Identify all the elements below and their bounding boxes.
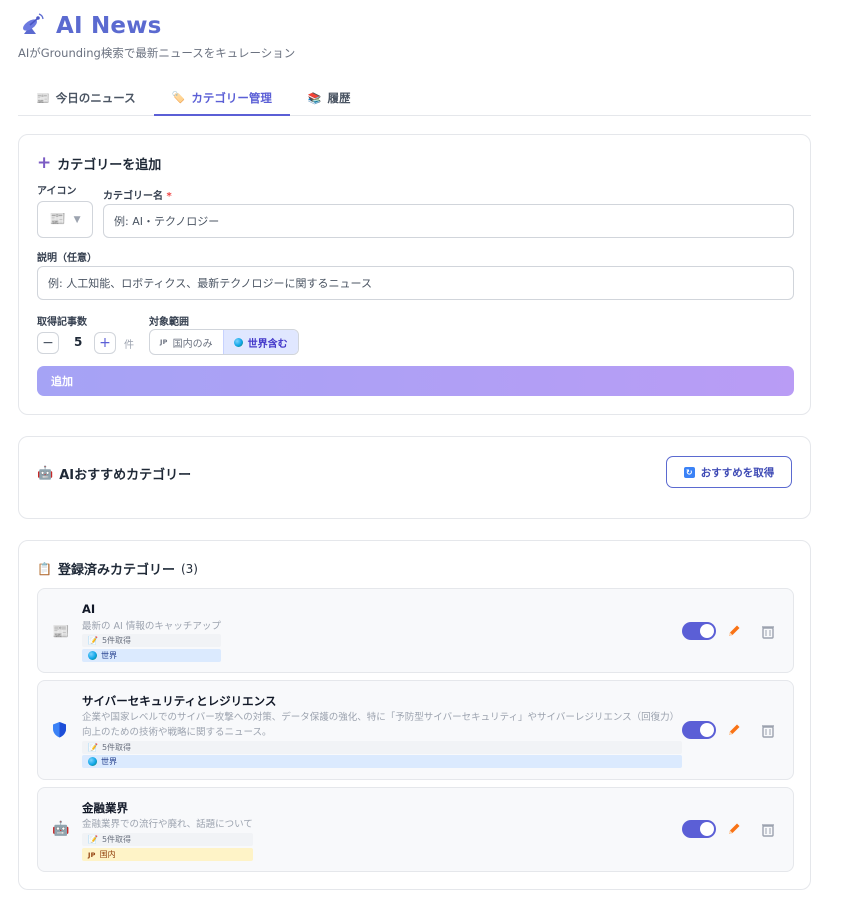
trash-icon[interactable] <box>760 723 776 739</box>
memo-icon: 📝 <box>88 743 98 752</box>
scope-world-option[interactable]: 世界含む <box>222 330 298 354</box>
decrement-button[interactable]: − <box>37 332 59 354</box>
description-label: 説明（任意） <box>37 253 97 264</box>
pencil-icon[interactable] <box>726 623 742 639</box>
enable-toggle[interactable] <box>682 622 716 640</box>
app-title: AI News <box>56 13 162 39</box>
jp-flag-icon: JP <box>160 338 168 346</box>
scope-domestic-option[interactable]: JP 国内のみ <box>150 330 223 354</box>
globe-icon <box>88 651 97 660</box>
increment-button[interactable]: + <box>94 332 116 354</box>
description-input[interactable] <box>37 266 794 300</box>
books-icon: 📚 <box>307 91 322 105</box>
category-name: サイバーセキュリティとレジリエンス <box>82 694 277 708</box>
tab-category-management[interactable]: 🏷️ カテゴリー管理 <box>153 81 290 116</box>
scope-badge: 世界 <box>82 649 221 662</box>
get-recommendations-button[interactable]: ↻ おすすめを取得 <box>666 456 792 488</box>
ai-recommend-card: 🤖 AIおすすめカテゴリー ↻ おすすめを取得 <box>18 436 811 519</box>
plus-icon: + <box>37 153 52 173</box>
chevron-down-icon: ▼ <box>73 214 81 225</box>
category-item: サイバーセキュリティとレジリエンス 企業や国家レベルでのサイバー攻撃への対策、デ… <box>37 680 794 780</box>
tab-history[interactable]: 📚 履歴 <box>290 81 369 115</box>
fetch-count-badge: 📝 5件取得 <box>82 634 221 647</box>
globe-icon <box>233 337 243 347</box>
trash-icon[interactable] <box>760 822 776 838</box>
satellite-dish-icon <box>18 12 46 40</box>
scope-badge: JP 国内 <box>82 848 253 861</box>
refresh-icon: ↻ <box>683 466 695 478</box>
tag-icon: 🏷️ <box>171 91 186 104</box>
registered-categories-card: 📋 登録済みカテゴリー (3) 📰 AI 最新の AI 情報のキャッチアップ 📝… <box>18 540 811 890</box>
app-header: AI News <box>18 12 162 40</box>
add-category-button[interactable]: 追加 <box>37 366 794 396</box>
fetch-count-badge: 📝 5件取得 <box>82 741 682 754</box>
tab-label: 今日のニュース <box>55 91 136 105</box>
registered-title: 📋 登録済みカテゴリー (3) <box>37 561 198 579</box>
category-name: 金融業界 <box>82 801 128 815</box>
ai-recommend-title: 🤖 AIおすすめカテゴリー <box>37 466 192 483</box>
category-description: 企業や国家レベルでのサイバー攻撃への対策、データ保護の強化、特に「予防型サイバー… <box>82 712 680 738</box>
jp-flag-icon: JP <box>88 850 96 859</box>
add-category-card: + カテゴリーを追加 アイコン 📰 ▼ カテゴリー名 * 説明（任意） 取得記事… <box>18 134 811 415</box>
enable-toggle[interactable] <box>682 721 716 739</box>
article-count-value: 5 <box>74 335 83 349</box>
category-description: 最新の AI 情報のキャッチアップ <box>82 621 221 632</box>
category-name-label: カテゴリー名 * <box>103 191 172 202</box>
tab-label: 履歴 <box>327 91 351 105</box>
scope-selector: JP 国内のみ 世界含む <box>149 329 299 355</box>
fetch-count-badge: 📝 5件取得 <box>82 833 253 846</box>
clipboard-icon: 📋 <box>37 561 52 576</box>
main-tabs: 📰 今日のニュース 🏷️ カテゴリー管理 📚 履歴 <box>18 81 811 116</box>
scope-label: 対象範囲 <box>149 317 189 328</box>
newspaper-icon: 📰 <box>36 91 50 105</box>
category-item: 📰 AI 最新の AI 情報のキャッチアップ 📝 5件取得 世界 <box>37 588 794 673</box>
globe-icon <box>88 757 97 766</box>
scope-badge: 世界 <box>82 755 682 768</box>
trash-icon[interactable] <box>760 624 776 640</box>
pencil-icon[interactable] <box>726 722 742 738</box>
newspaper-icon: 📰 <box>52 624 70 640</box>
memo-icon: 📝 <box>88 636 98 645</box>
tab-today-news[interactable]: 📰 今日のニュース <box>18 81 154 115</box>
article-count-label: 取得記事数 <box>37 317 87 328</box>
icon-picker[interactable]: 📰 ▼ <box>37 201 93 238</box>
category-name-input[interactable] <box>103 204 794 238</box>
pencil-icon[interactable] <box>726 821 742 837</box>
shield-icon <box>52 721 67 742</box>
enable-toggle[interactable] <box>682 820 716 838</box>
icon-label: アイコン <box>37 186 77 197</box>
category-description: 金融業界での流行や廃れ、話題について <box>82 819 253 830</box>
robot-icon: 🤖 <box>52 821 70 837</box>
app-subtitle: AIがGrounding検索で最新ニュースをキュレーション <box>18 46 296 60</box>
tab-label: カテゴリー管理 <box>191 90 272 105</box>
robot-icon: 🤖 <box>37 466 54 481</box>
category-item: 🤖 金融業界 金融業界での流行や廃れ、話題について 📝 5件取得 JP 国内 <box>37 787 794 872</box>
count-unit: 件 <box>124 340 134 351</box>
add-category-title: + カテゴリーを追加 <box>37 153 162 173</box>
memo-icon: 📝 <box>88 835 98 844</box>
category-name: AI <box>82 602 96 616</box>
newspaper-icon: 📰 <box>49 212 66 227</box>
